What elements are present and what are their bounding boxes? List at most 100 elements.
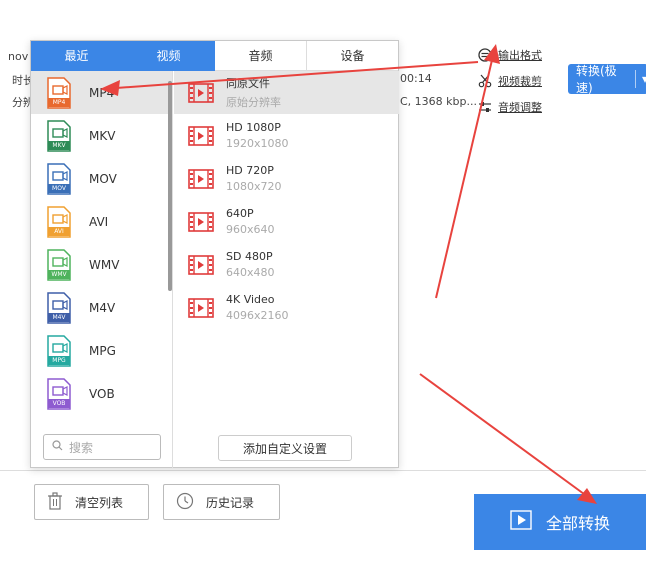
preset-resolution: 1080x720 bbox=[226, 180, 282, 193]
format-item[interactable]: WMV WMV bbox=[31, 243, 172, 286]
audio-adjust-icon bbox=[478, 100, 492, 114]
format-label: VOB bbox=[89, 386, 115, 401]
divider bbox=[0, 470, 646, 471]
preset-item[interactable]: 同原文件 原始分辨率 bbox=[174, 71, 399, 114]
preset-text: HD 1080P 1920x1080 bbox=[226, 121, 289, 150]
format-badge: AVI bbox=[54, 227, 64, 235]
format-badge: VOB bbox=[52, 399, 66, 407]
format-label: MOV bbox=[89, 171, 117, 186]
preset-name: 4K Video bbox=[226, 293, 275, 306]
search-icon bbox=[52, 440, 63, 454]
film-icon bbox=[188, 168, 214, 189]
format-item[interactable]: MKV MKV bbox=[31, 114, 172, 157]
arrow-to-convert-all bbox=[419, 373, 597, 504]
output-format-link[interactable]: 输出格式 bbox=[478, 47, 542, 63]
tab-device[interactable]: 设备 bbox=[307, 41, 398, 71]
format-badge: MKV bbox=[52, 141, 66, 149]
preset-resolution: 原始分辨率 bbox=[226, 96, 281, 109]
film-icon bbox=[188, 125, 214, 146]
tab-audio[interactable]: 音频 bbox=[215, 41, 307, 71]
format-item[interactable]: AVI AVI bbox=[31, 200, 172, 243]
video-file-icon: VOB bbox=[45, 377, 73, 410]
preset-text: 640P 960x640 bbox=[226, 207, 275, 236]
film-icon bbox=[188, 211, 214, 232]
preset-item[interactable]: HD 1080P 1920x1080 bbox=[174, 114, 399, 157]
preset-item[interactable]: 640P 960x640 bbox=[174, 200, 399, 243]
format-label: MKV bbox=[89, 128, 116, 143]
preset-text: HD 720P 1080x720 bbox=[226, 164, 282, 193]
format-item[interactable]: MOV MOV bbox=[31, 157, 172, 200]
format-item[interactable]: M4V M4V bbox=[31, 286, 172, 329]
preset-list: 同原文件原始分辨率 HD 1080P 1920x1080 HD 720P 1080x72… bbox=[174, 71, 399, 468]
format-badge: M4V bbox=[52, 313, 66, 321]
clock-icon bbox=[176, 492, 194, 513]
codec-value: C, 1368 kbp... bbox=[400, 95, 477, 108]
format-label: AVI bbox=[89, 214, 109, 229]
format-tabs: 最近 视频 音频 设备 bbox=[31, 41, 398, 71]
convert-fast-label: 转换(极速) bbox=[576, 64, 617, 95]
video-file-icon: MPG bbox=[45, 334, 73, 367]
add-custom-setting-button[interactable]: 添加自定义设置 bbox=[218, 435, 352, 461]
video-file-icon: M4V bbox=[45, 291, 73, 324]
format-badge: MOV bbox=[52, 184, 66, 192]
preset-text: 同原文件 原始分辨率 bbox=[226, 75, 281, 110]
preset-item[interactable]: 4K Video 4096x2160 bbox=[174, 286, 399, 329]
format-item[interactable]: MPG MPG bbox=[31, 329, 172, 372]
format-badge: MP4 bbox=[52, 98, 66, 106]
video-file-icon: WMV bbox=[45, 248, 73, 281]
format-item[interactable]: VOB VOB bbox=[31, 372, 172, 415]
preset-name: HD 1080P bbox=[226, 121, 281, 134]
format-label: WMV bbox=[89, 257, 120, 272]
history-button[interactable]: 历史记录 bbox=[163, 484, 280, 520]
format-search-input[interactable]: 搜索 bbox=[43, 434, 161, 460]
format-label: M4V bbox=[89, 300, 116, 315]
preset-name: 同原文件 bbox=[226, 77, 270, 90]
convert-all-label: 全部转换 bbox=[545, 514, 610, 533]
preset-text: SD 480P 640x480 bbox=[226, 250, 275, 279]
tab-recent[interactable]: 最近 bbox=[31, 41, 123, 71]
video-file-icon: MP4 bbox=[45, 76, 73, 109]
preset-item[interactable]: HD 720P 1080x720 bbox=[174, 157, 399, 200]
preset-item[interactable]: SD 480P 640x480 bbox=[174, 243, 399, 286]
preset-resolution: 640x480 bbox=[226, 266, 275, 279]
preset-name: 640P bbox=[226, 207, 254, 220]
tab-video[interactable]: 视频 bbox=[123, 41, 215, 71]
video-file-icon: AVI bbox=[45, 205, 73, 238]
history-label: 历史记录 bbox=[206, 495, 255, 510]
film-icon bbox=[188, 254, 214, 275]
format-popup: 最近 视频 音频 设备 MP4 MP4 MKV MKV MOV MOV AVI AVI WMV W… bbox=[30, 40, 399, 468]
chevron-down-icon[interactable]: ▾ bbox=[642, 72, 646, 86]
button-separator bbox=[635, 70, 636, 88]
video-crop-label: 视频裁剪 bbox=[498, 75, 542, 88]
video-crop-link[interactable]: 视频裁剪 bbox=[478, 73, 542, 89]
clear-list-label: 清空列表 bbox=[75, 495, 124, 510]
preset-name: SD 480P bbox=[226, 250, 273, 263]
preset-resolution: 4096x2160 bbox=[226, 309, 289, 322]
duration-value: 00:14 bbox=[400, 72, 432, 85]
convert-fast-button[interactable]: 转换(极速) ▾ bbox=[568, 64, 646, 95]
film-icon bbox=[188, 82, 214, 103]
output-format-icon bbox=[478, 48, 492, 62]
video-file-icon: MOV bbox=[45, 162, 73, 195]
clear-list-button[interactable]: 清空列表 bbox=[34, 484, 149, 520]
audio-adjust-link[interactable]: 音频调整 bbox=[478, 99, 542, 115]
audio-adjust-label: 音频调整 bbox=[498, 101, 542, 114]
search-placeholder: 搜索 bbox=[69, 440, 94, 455]
format-badge: MPG bbox=[52, 356, 66, 364]
output-format-label: 输出格式 bbox=[498, 49, 542, 62]
format-label: MPG bbox=[89, 343, 116, 358]
file-name-fragment: nov bbox=[8, 50, 29, 63]
video-file-icon: MKV bbox=[45, 119, 73, 152]
preset-text: 4K Video 4096x2160 bbox=[226, 293, 289, 322]
format-label: MP4 bbox=[89, 85, 115, 100]
scissors-icon bbox=[478, 74, 492, 88]
preset-name: HD 720P bbox=[226, 164, 274, 177]
format-item[interactable]: MP4 MP4 bbox=[31, 71, 172, 114]
film-icon bbox=[188, 297, 214, 318]
convert-all-button[interactable]: 全部转换 bbox=[474, 494, 646, 550]
preset-resolution: 960x640 bbox=[226, 223, 275, 236]
format-list: MP4 MP4 MKV MKV MOV MOV AVI AVI WMV WMV M4V M4V MPG M… bbox=[31, 71, 173, 468]
trash-icon bbox=[47, 491, 63, 513]
format-list-scrollbar[interactable] bbox=[168, 81, 172, 291]
format-badge: WMV bbox=[51, 270, 67, 278]
